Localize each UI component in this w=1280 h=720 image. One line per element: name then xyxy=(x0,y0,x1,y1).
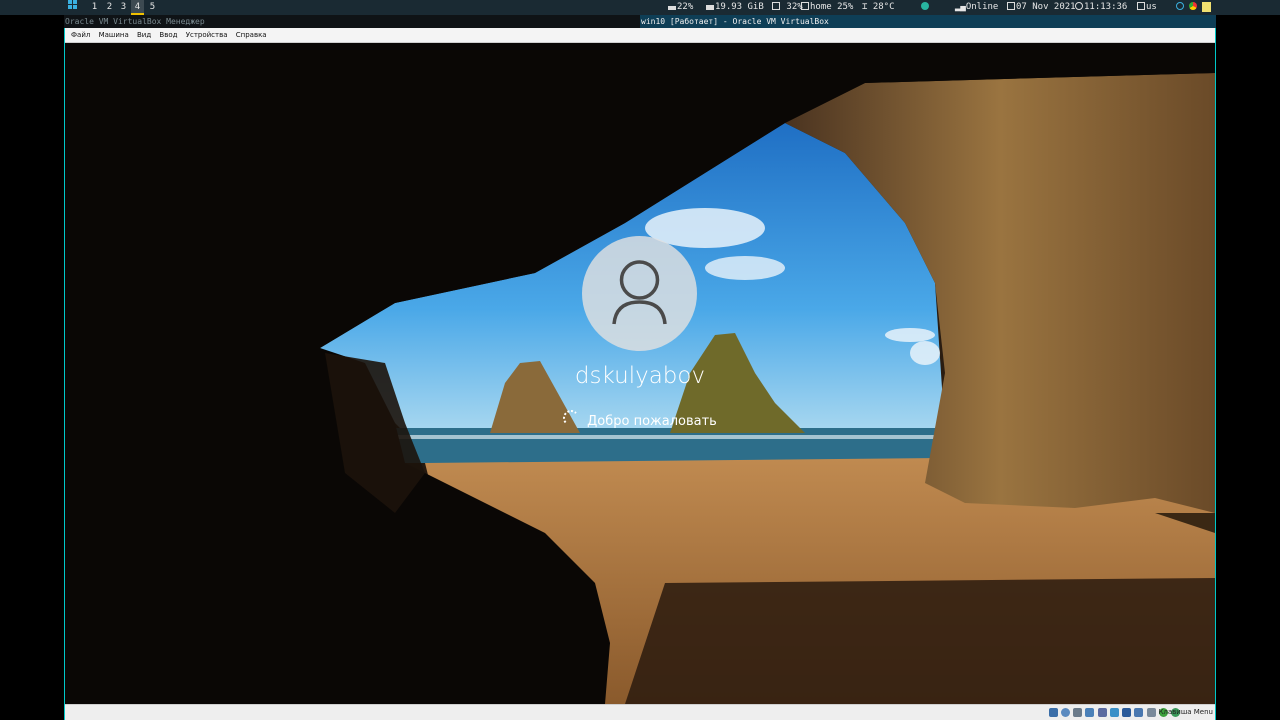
manager-window-tab[interactable]: Oracle VM VirtualBox Менеджер xyxy=(65,15,205,28)
username-label: dskulyabov xyxy=(574,363,706,389)
vm-status-bar: Клавиша Menu xyxy=(65,704,1215,720)
keyboard-icon xyxy=(1137,2,1145,10)
cpu-indicator: 22% xyxy=(668,0,693,15)
hard-disk-icon[interactable] xyxy=(1048,708,1058,717)
audio-icon[interactable] xyxy=(1073,708,1083,717)
window-titles: Oracle VM VirtualBox Менеджер win10 [Раб… xyxy=(64,15,1216,28)
workspace-3[interactable]: 3 xyxy=(117,0,130,15)
menu-input[interactable]: Ввод xyxy=(159,28,177,42)
optical-drive-icon[interactable] xyxy=(1060,708,1070,717)
menu-machine[interactable]: Машина xyxy=(99,28,129,42)
menu-file[interactable]: Файл xyxy=(71,28,90,42)
person-icon xyxy=(612,260,667,325)
clock-indicator: 11:13:36 xyxy=(1075,0,1127,15)
temperature-indicator: ⌶ 28°C xyxy=(862,2,895,12)
loading-spinner-icon xyxy=(563,410,580,426)
cpu-icon xyxy=(668,2,676,10)
workspace-2[interactable]: 2 xyxy=(103,0,116,15)
display-icon[interactable] xyxy=(1122,708,1132,717)
disk-icon xyxy=(801,2,809,10)
shared-folders-icon[interactable] xyxy=(1109,708,1119,717)
notes-icon[interactable] xyxy=(1202,0,1212,15)
workspace-1[interactable]: 1 xyxy=(88,0,101,15)
network-icon[interactable] xyxy=(1085,708,1095,717)
grid-icon[interactable] xyxy=(68,0,77,15)
disk-root-indicator: 32% xyxy=(772,0,803,15)
menu-bar: Файл Машина Вид Ввод Устройства Справка xyxy=(65,28,1215,43)
clock-icon xyxy=(1075,2,1083,10)
network-indicator: ▂▄Online xyxy=(955,2,999,12)
menu-view[interactable]: Вид xyxy=(137,28,151,42)
recording-icon[interactable] xyxy=(1134,708,1144,717)
menu-devices[interactable]: Устройства xyxy=(186,28,228,42)
vm-window-title[interactable]: win10 [Работает] - Oracle VM VirtualBox xyxy=(640,15,1216,28)
keyboard-layout[interactable]: us xyxy=(1137,0,1157,15)
memory-indicator: 19.93 GiB xyxy=(706,0,764,15)
menu-help[interactable]: Справка xyxy=(236,28,267,42)
vm-display[interactable]: dskulyabov Добро пожаловать xyxy=(65,43,1215,704)
app-icon[interactable] xyxy=(921,0,930,15)
power-icon[interactable] xyxy=(1176,0,1185,15)
thermometer-icon: ⌶ xyxy=(862,2,868,12)
host-key-label: Клавиша Menu xyxy=(1158,708,1213,716)
disk-icon xyxy=(772,2,780,10)
mouse-integration-icon[interactable] xyxy=(1146,708,1156,717)
workspace-4[interactable]: 4 xyxy=(131,0,144,15)
user-avatar xyxy=(582,236,697,351)
usb-icon[interactable] xyxy=(1097,708,1107,717)
wm-status-bar: 1 2 3 4 5 22% 19.93 GiB 32% home 25% ⌶ 2… xyxy=(0,0,1280,15)
welcome-message: Добро пожаловать xyxy=(65,410,1215,429)
calendar-icon xyxy=(1007,2,1015,10)
date-indicator: 07 Nov 2021 xyxy=(1007,0,1076,15)
signal-icon: ▂▄ xyxy=(955,2,966,12)
memory-icon xyxy=(706,2,714,10)
workspace-5[interactable]: 5 xyxy=(146,0,159,15)
disk-home-indicator: home 25% xyxy=(801,0,853,15)
browser-icon[interactable] xyxy=(1189,0,1198,15)
